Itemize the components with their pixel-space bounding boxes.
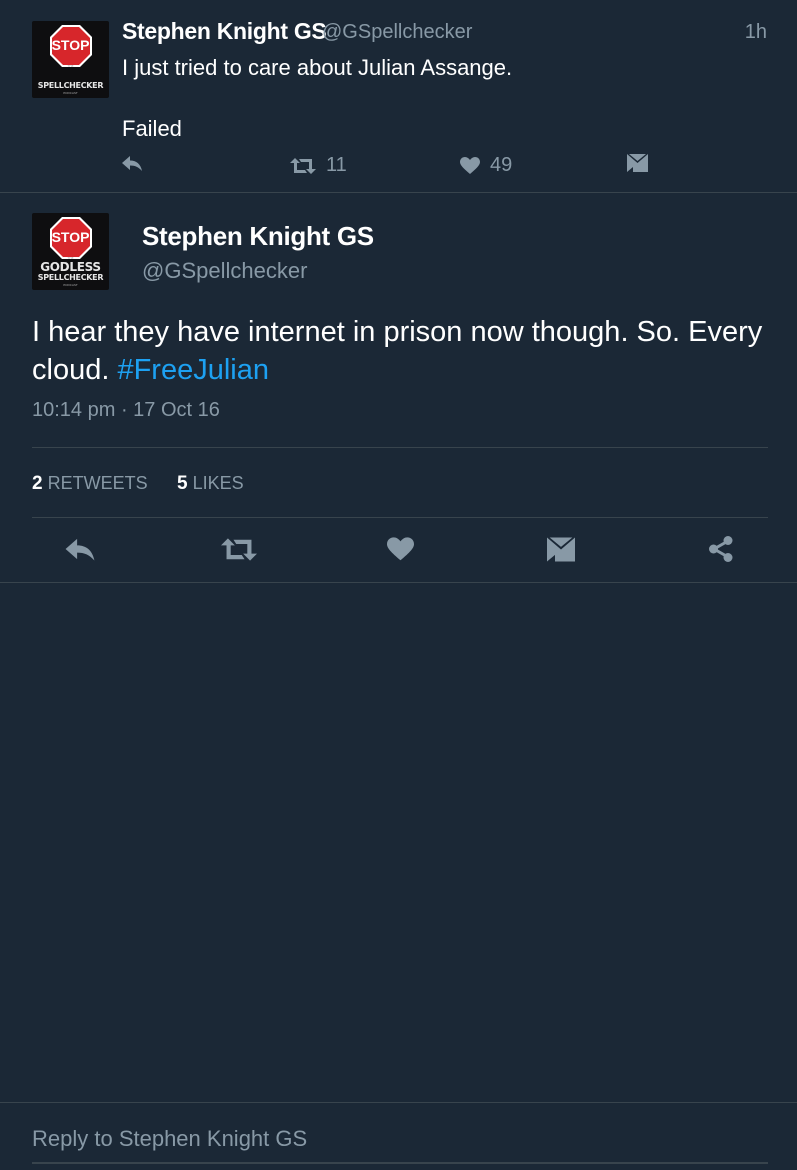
divider [0,1102,797,1103]
like-count: 49 [490,154,513,176]
stop-sign-icon: STOP [49,24,93,68]
avatar[interactable]: STOP THE SPELLCHECKER PODCAST [32,21,109,98]
author-handle[interactable]: @GSpellchecker [322,21,472,44]
divider [0,582,797,583]
tweet-text: I hear they have internet in prison now … [32,316,763,386]
divider [32,517,768,518]
reply-button[interactable] [121,154,143,172]
like-button[interactable] [383,532,417,566]
share-button[interactable] [704,532,738,566]
avatar[interactable]: STOP THE GODLESS SPELLCHECKER PODCAST [32,213,109,290]
reply-input[interactable]: Reply to Stephen Knight GS [32,1124,767,1164]
tweet-text: I just tried to care about Julian Assang… [122,55,513,80]
stop-sign-icon: STOP [49,216,93,260]
divider [32,447,768,448]
reply-button[interactable] [63,532,97,566]
retweets-stat[interactable]: 2 RETWEETS [32,473,148,495]
like-button[interactable]: 49 [460,154,512,177]
tweet-text: Failed [122,116,182,141]
author-name[interactable]: Stephen Knight GS [122,18,327,45]
direct-message-button[interactable] [544,532,578,566]
hashtag-link[interactable]: #FreeJulian [117,354,269,386]
heart-icon [460,156,480,175]
likes-stat[interactable]: 5 LIKES [177,473,244,495]
direct-message-button[interactable] [627,154,648,172]
tweet-time: 1h [744,21,767,43]
direct-message-icon [547,537,575,562]
heart-icon [386,536,414,562]
retweet-button[interactable] [221,532,257,566]
retweet-count: 11 [326,154,347,176]
author-handle[interactable]: @GSpellchecker [142,258,307,284]
reply-underline [32,1162,768,1164]
direct-message-icon [627,154,648,172]
avatar-brand: GODLESS [40,260,101,274]
retweet-icon [290,157,316,175]
author-name[interactable]: Stephen Knight GS [142,221,374,252]
reply-icon [64,536,96,562]
retweet-icon [221,537,257,562]
reply-icon [121,154,143,172]
tweet-timestamp: 10:14 pm · 17 Oct 16 [32,399,220,421]
divider [0,192,797,193]
share-icon [707,535,735,563]
retweet-button[interactable]: 11 [290,154,347,177]
